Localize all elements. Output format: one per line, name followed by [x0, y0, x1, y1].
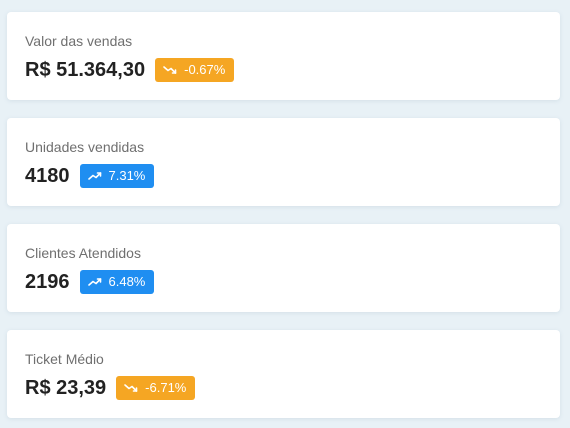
kpi-card-units-sold: Unidades vendidas 4180 7.31% — [7, 118, 560, 206]
card-label: Valor das vendas — [25, 33, 133, 49]
card-value: R$ 51.364,30 — [25, 59, 146, 81]
kpi-card-sales-value: Valor das vendas R$ 51.364,30 -0.67% — [7, 12, 560, 100]
change-badge: -6.71% — [116, 376, 196, 400]
trending-up-icon — [87, 172, 101, 180]
change-badge: 6.48% — [79, 270, 155, 294]
card-label: Unidades vendidas — [25, 139, 145, 155]
card-label: Ticket Médio — [25, 351, 104, 367]
kpi-card-average-ticket: Ticket Médio R$ 23,39 -6.71% — [7, 330, 560, 418]
trending-down-icon — [124, 384, 138, 392]
trending-down-icon — [163, 66, 177, 74]
change-value: -0.67% — [184, 62, 226, 77]
change-badge: -0.67% — [155, 58, 235, 82]
trending-up-icon — [87, 278, 101, 286]
card-value: R$ 23,39 — [25, 377, 107, 399]
card-value: 4180 — [25, 165, 70, 187]
kpi-card-clients-served: Clientes Atendidos 2196 6.48% — [7, 224, 560, 312]
card-value: 2196 — [25, 271, 70, 293]
change-value: -6.71% — [145, 380, 187, 395]
change-badge: 7.31% — [79, 164, 155, 188]
card-label: Clientes Atendidos — [25, 245, 141, 261]
change-value: 6.48% — [108, 274, 146, 289]
change-value: 7.31% — [108, 168, 146, 183]
